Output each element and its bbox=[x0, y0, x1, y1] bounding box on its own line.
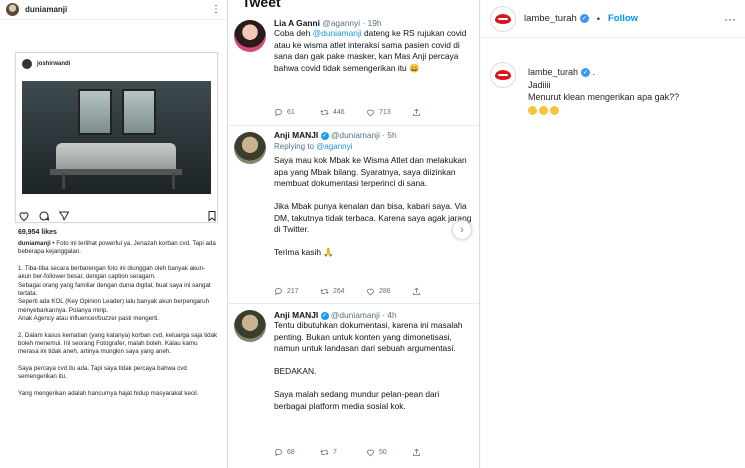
embedded-avatar bbox=[22, 59, 32, 69]
reply-button[interactable]: 217 bbox=[274, 287, 320, 296]
tweet[interactable]: Lia A Ganni @agannyi · 19h Coba deh @dun… bbox=[228, 14, 479, 126]
caption-paragraph: Yang mengerikan adalah hancurnya hajat h… bbox=[18, 389, 199, 397]
replying-to: Replying to @agannyi bbox=[274, 142, 353, 151]
post-actions bbox=[18, 208, 218, 224]
instagram-comment-panel: lambe_turah ✓ • Follow ··· lambe_turah ✓ .… bbox=[481, 0, 745, 468]
instagram-post-panel: duniamanji ⋮ joshirwandi 69,954 likes du… bbox=[0, 0, 228, 468]
mention-link[interactable]: @duniamanji bbox=[313, 28, 362, 38]
share-button[interactable] bbox=[412, 108, 458, 117]
post-caption: duniamanji • Foto ini terlihat powerful … bbox=[18, 240, 218, 406]
more-options-icon[interactable]: ··· bbox=[724, 12, 736, 26]
like-button[interactable]: 286 bbox=[366, 287, 412, 296]
more-options-icon[interactable]: ⋮ bbox=[211, 4, 221, 15]
share-icon bbox=[413, 108, 420, 116]
verified-icon: ✓ bbox=[581, 68, 591, 78]
tweet[interactable]: Anji MANJI ✓ @duniamanji · 4h Tentu dibu… bbox=[228, 304, 479, 468]
confused-face-icon bbox=[539, 105, 548, 115]
like-button[interactable]: 713 bbox=[366, 108, 412, 117]
confused-face-icon bbox=[550, 105, 559, 115]
likes-count[interactable]: 69,954 likes bbox=[18, 229, 57, 236]
bed-leg-shape bbox=[62, 173, 65, 189]
hospital-bed-photo bbox=[22, 81, 211, 194]
embedded-username: joshirwandi bbox=[37, 61, 71, 67]
retweet-icon bbox=[320, 450, 329, 455]
avatar[interactable] bbox=[6, 3, 19, 16]
verified-icon: ✓ bbox=[579, 13, 589, 23]
tweet-text: Tentu dibutuhkan dokumentasi, karena ini… bbox=[274, 320, 463, 411]
mention-link[interactable]: @agannyi bbox=[316, 142, 352, 151]
retweet-button[interactable]: 446 bbox=[320, 108, 366, 117]
caption-paragraph: Saya percaya cvd itu ada. Tapi saya tida… bbox=[18, 364, 187, 381]
tweet-author[interactable]: Anji MANJI ✓ @duniamanji · 4h bbox=[274, 310, 474, 320]
heart-icon bbox=[367, 449, 374, 457]
tweet-author[interactable]: Lia A Ganni @agannyi · 19h bbox=[274, 18, 474, 28]
retweet-icon bbox=[320, 289, 329, 294]
twitter-thread-panel: Tweet Lia A Ganni @agannyi · 19h Coba de… bbox=[228, 0, 480, 468]
share-button[interactable] bbox=[412, 287, 458, 296]
reply-button[interactable]: 61 bbox=[274, 108, 320, 117]
heart-icon bbox=[367, 288, 374, 296]
comment-line: Menurut klean mengerikan apa gak?? bbox=[528, 92, 680, 102]
reply-button[interactable]: 68 bbox=[274, 448, 320, 457]
like-button[interactable]: 50 bbox=[366, 448, 412, 457]
tweet-actions: 61 446 713 bbox=[274, 108, 458, 117]
separator-dot: • bbox=[596, 13, 600, 24]
comment-line: Jadiiii bbox=[528, 79, 551, 90]
tweet-actions: 68 7 50 bbox=[274, 448, 458, 457]
window-decoration bbox=[78, 89, 112, 135]
comment-body: lambe_turah ✓ . Jadiiii Menurut klean men… bbox=[528, 66, 738, 116]
reply-icon bbox=[275, 109, 282, 117]
retweet-button[interactable]: 7 bbox=[320, 448, 366, 457]
comment-username[interactable]: lambe_turah bbox=[528, 67, 578, 77]
tweet-text: Coba deh @duniamanji dateng ke RS rujuka… bbox=[274, 28, 467, 73]
profile-header: lambe_turah ✓ • Follow ··· bbox=[481, 0, 745, 38]
avatar[interactable] bbox=[234, 310, 266, 342]
avatar[interactable] bbox=[234, 132, 266, 164]
post-header: duniamanji ⋮ bbox=[0, 0, 227, 20]
embedded-post-card: joshirwandi bbox=[15, 52, 218, 223]
verified-icon: ✓ bbox=[320, 311, 329, 320]
share-icon[interactable] bbox=[58, 210, 70, 222]
bed-frame-shape bbox=[50, 169, 182, 175]
tweet-text: Saya mau kok Mbak ke Wisma Atlet dan mel… bbox=[274, 155, 472, 257]
follow-button[interactable]: Follow bbox=[608, 13, 638, 24]
screenshot-collage: duniamanji ⋮ joshirwandi 69,954 likes du… bbox=[0, 0, 745, 468]
lips-logo-avatar[interactable] bbox=[490, 5, 516, 32]
confused-face-icon bbox=[528, 105, 537, 115]
caption-paragraph: 1. Tiba-tiba secara berbarengan foto ini… bbox=[18, 264, 211, 323]
caption-paragraph: duniamanji • Foto ini terlihat powerful … bbox=[18, 240, 216, 256]
share-button[interactable] bbox=[412, 448, 458, 457]
next-slide-chevron-icon[interactable]: › bbox=[452, 220, 472, 240]
heart-icon bbox=[367, 109, 374, 117]
confused-emoji-row bbox=[528, 104, 738, 117]
caption-paragraph: 2. Dalam kasus kematian (yang katanya) k… bbox=[18, 331, 218, 356]
reply-icon bbox=[275, 449, 282, 457]
comment-icon[interactable] bbox=[38, 210, 50, 222]
retweet-button[interactable]: 264 bbox=[320, 287, 366, 296]
avatar[interactable] bbox=[234, 20, 266, 52]
share-icon bbox=[413, 448, 420, 456]
share-icon bbox=[413, 287, 420, 295]
post-username[interactable]: duniamanji bbox=[25, 5, 205, 14]
verified-icon: ✓ bbox=[320, 131, 329, 140]
bed-leg-shape bbox=[172, 173, 175, 189]
lips-logo-avatar[interactable] bbox=[490, 62, 516, 88]
tweet-actions: 217 264 286 bbox=[274, 287, 458, 296]
tweet-author[interactable]: Anji MANJI ✓ @duniamanji · 5h bbox=[274, 130, 474, 140]
retweet-icon bbox=[320, 110, 329, 115]
embedded-post-header: joshirwandi bbox=[16, 53, 217, 75]
page-title: Tweet bbox=[242, 0, 281, 10]
caption-username[interactable]: duniamanji bbox=[18, 240, 51, 247]
heart-icon[interactable] bbox=[18, 210, 30, 222]
profile-username[interactable]: lambe_turah ✓ bbox=[524, 13, 589, 24]
bookmark-icon[interactable] bbox=[206, 210, 218, 222]
reply-icon bbox=[275, 288, 282, 296]
window-decoration bbox=[122, 89, 156, 135]
tweet[interactable]: Anji MANJI ✓ @duniamanji · 5h Replying t… bbox=[228, 126, 479, 304]
